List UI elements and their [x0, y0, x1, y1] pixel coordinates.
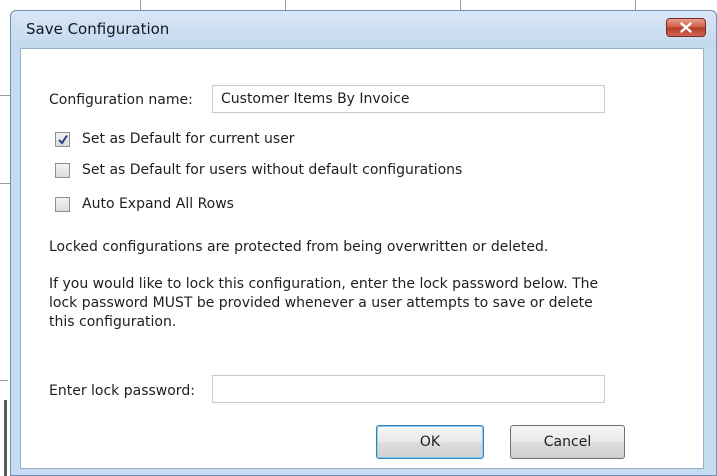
default-all-users-checkbox[interactable] [55, 163, 70, 178]
config-name-input[interactable] [212, 85, 605, 113]
lock-password-label: Enter lock password: [49, 383, 195, 399]
lock-password-input[interactable] [212, 375, 605, 403]
default-current-user-label: Set as Default for current user [82, 131, 295, 147]
close-icon [680, 22, 692, 33]
config-name-label: Configuration name: [49, 92, 193, 108]
lock-instructions-line: If you would like to lock this configura… [49, 276, 599, 292]
background-gridline [0, 95, 10, 96]
lock-instructions-text: If you would like to lock this configura… [49, 275, 699, 332]
background-gridline [285, 0, 286, 10]
dialog-title: Save Configuration [26, 20, 170, 38]
background-gridline [0, 183, 10, 184]
dialog-body: Configuration name: Set as Default for c… [20, 48, 704, 469]
lock-instructions-line: this configuration. [49, 314, 177, 330]
auto-expand-rows-label: Auto Expand All Rows [82, 196, 234, 212]
default-current-user-checkbox[interactable] [55, 132, 70, 147]
title-bar[interactable]: Save Configuration [11, 11, 716, 47]
background-gridline [460, 0, 461, 10]
auto-expand-rows-checkbox[interactable] [55, 197, 70, 212]
save-configuration-dialog: Save Configuration Configuration name: S… [10, 10, 717, 476]
close-button[interactable] [666, 18, 706, 37]
background-gridline [140, 0, 141, 10]
background-gridline [0, 380, 8, 381]
checkmark-icon [58, 134, 68, 145]
default-all-users-label: Set as Default for users without default… [82, 162, 463, 178]
lock-instructions-line: lock password MUST be provided whenever … [49, 295, 593, 311]
ok-button[interactable]: OK [376, 425, 484, 459]
cancel-button[interactable]: Cancel [510, 425, 625, 459]
locked-info-text: Locked configurations are protected from… [49, 239, 549, 255]
background-gridline [4, 400, 7, 476]
background-gridline [635, 0, 636, 10]
